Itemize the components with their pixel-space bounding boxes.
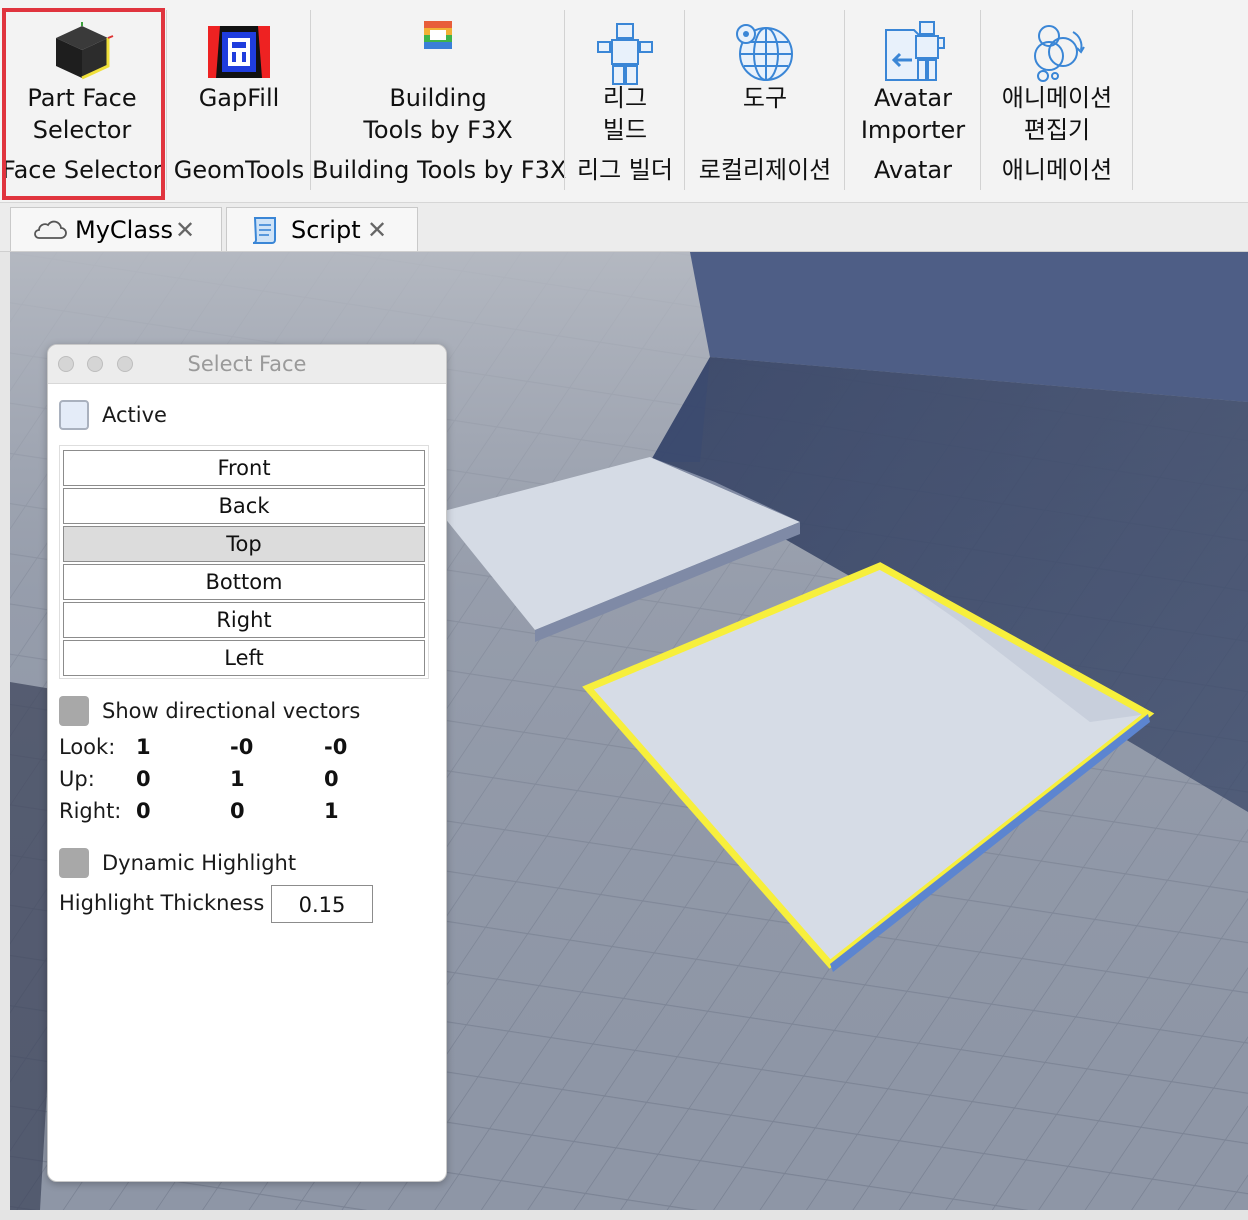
plugin-avatar-importer[interactable]: Avatar Importer Avatar (846, 8, 980, 194)
script-icon (252, 217, 276, 244)
select-face-window: Select Face Active Front Back Top Bottom… (47, 344, 447, 1182)
show-vectors-checkbox[interactable] (59, 696, 89, 726)
divider (564, 10, 565, 190)
plugin-animation-editor[interactable]: 애니메이션 편집기 애니메이션 (982, 8, 1132, 194)
left-edge (0, 252, 10, 1220)
divider (1132, 10, 1133, 190)
dynamic-highlight-label: Dynamic Highlight (102, 851, 297, 875)
divider (310, 10, 311, 190)
up-label: Up: (59, 767, 95, 791)
selection-highlight-box (2, 8, 165, 200)
look-label: Look: (59, 735, 116, 759)
plugin-name: Building Tools by F3X (363, 84, 513, 144)
plugin-group-label: 리그 빌더 (577, 156, 673, 184)
plugin-group-label: Building Tools by F3X (312, 156, 567, 184)
plugin-toolbar: Part Face Selector Face Selector GapFill… (0, 0, 1248, 203)
close-icon[interactable]: ✕ (367, 208, 387, 252)
plugin-name: 리그 빌드 (602, 84, 648, 144)
up-x: 0 (136, 767, 151, 791)
animation-icon (1034, 25, 1085, 82)
plugin-name: 도구 (742, 84, 788, 112)
tab-label: Script (291, 216, 361, 244)
active-checkbox[interactable] (59, 400, 89, 430)
gapfill-icon (208, 26, 270, 78)
up-y: 1 (230, 767, 245, 791)
avatar-import-icon (885, 21, 945, 81)
divider (684, 10, 685, 190)
look-y: -0 (230, 735, 254, 759)
highlight-thickness-input[interactable]: 0.15 (271, 885, 373, 923)
tab-script[interactable]: Script ✕ (226, 207, 418, 251)
window-title: Select Face (187, 352, 307, 376)
face-button-top[interactable]: Top (63, 526, 425, 562)
cloud-icon (34, 220, 67, 239)
face-button-right[interactable]: Right (63, 602, 425, 638)
document-tab-bar: MyClass ✕ Script ✕ (0, 203, 1248, 252)
face-button-bottom[interactable]: Bottom (63, 564, 425, 600)
plugin-gapfill[interactable]: GapFill GeomTools (168, 8, 310, 194)
right-y: 0 (230, 799, 245, 823)
highlight-thickness-label: Highlight Thickness (59, 891, 265, 915)
right-x: 0 (136, 799, 151, 823)
close-icon[interactable]: ✕ (175, 208, 195, 252)
tab-label: MyClass (75, 216, 174, 244)
face-button-left[interactable]: Left (63, 640, 425, 676)
bottom-edge (0, 1210, 1248, 1220)
look-x: 1 (136, 735, 151, 759)
f3x-icon (424, 21, 452, 49)
plugin-group-label: GeomTools (173, 156, 305, 184)
divider (844, 10, 845, 190)
plugin-group-label: 애니메이션 (1001, 156, 1113, 184)
right-z: 1 (324, 799, 339, 823)
globe-icon (736, 24, 793, 81)
tab-myclass[interactable]: MyClass ✕ (10, 207, 222, 251)
plugin-name: GapFill (198, 84, 280, 112)
dynamic-highlight-checkbox[interactable] (59, 848, 89, 878)
face-button-front[interactable]: Front (63, 450, 425, 486)
window-titlebar[interactable]: Select Face (48, 345, 446, 384)
face-button-back[interactable]: Back (63, 488, 425, 524)
plugin-group-label: Avatar (874, 156, 952, 184)
right-label: Right: (59, 799, 122, 823)
plugin-name: Avatar Importer (860, 84, 966, 144)
plugin-group-label: 로컬리제이션 (698, 156, 832, 184)
plugin-localization-tools[interactable]: 도구 로컬리제이션 (686, 8, 844, 194)
plugin-rig-builder[interactable]: 리그 빌드 리그 빌더 (566, 8, 684, 194)
divider (980, 10, 981, 190)
up-z: 0 (324, 767, 339, 791)
plugin-name: 애니메이션 편집기 (1001, 84, 1113, 144)
active-label: Active (102, 403, 167, 427)
look-z: -0 (324, 735, 348, 759)
divider (166, 10, 167, 190)
plugin-building-tools-f3x[interactable]: Building Tools by F3X Building Tools by … (312, 8, 567, 194)
rig-icon (597, 23, 653, 85)
show-vectors-label: Show directional vectors (102, 699, 361, 723)
